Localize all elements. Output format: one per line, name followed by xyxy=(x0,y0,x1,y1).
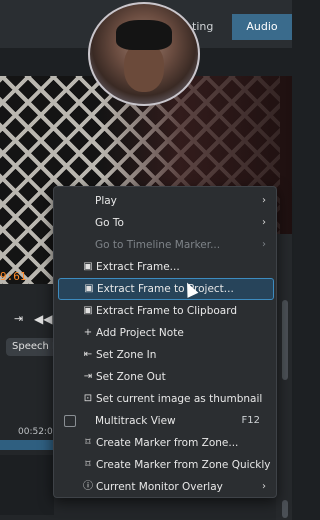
menu-item-current-monitor-overlay[interactable]: ⓘ Current Monitor Overlay › xyxy=(58,476,272,498)
menu-item-play[interactable]: Play › xyxy=(58,190,272,212)
context-menu: Play › Go To › Go to Timeline Marker... › ▣ Ext… xyxy=(53,186,277,498)
menu-item-label: Play xyxy=(95,195,117,207)
thumbnail-icon: ⊡ xyxy=(83,393,93,404)
menu-item-label: Create Marker from Zone Quickly xyxy=(96,459,271,471)
menu-item-set-zone-out[interactable]: ⇥ Set Zone Out xyxy=(58,366,272,388)
menu-item-go-to-timeline-marker[interactable]: Go to Timeline Marker... › xyxy=(58,234,272,256)
image-icon: ▣ xyxy=(84,283,94,294)
speech-editor-chip[interactable]: Speech E xyxy=(6,338,60,356)
menu-item-label: Set Zone In xyxy=(96,349,157,361)
monitor-timecode: 9:61 xyxy=(0,270,27,283)
marker-icon: ⌑ xyxy=(85,437,91,448)
rewind-icon[interactable]: ◀◀ xyxy=(34,312,52,326)
zone-in-icon: ⇤ xyxy=(83,349,93,360)
chevron-right-icon: › xyxy=(262,239,266,250)
menu-item-label: Set Zone Out xyxy=(96,371,166,383)
info-icon: ⓘ xyxy=(83,481,93,492)
timeline-track-clip[interactable] xyxy=(0,440,54,450)
menu-item-label: Extract Frame to Clipboard xyxy=(96,305,238,317)
menu-item-label: Add Project Note xyxy=(96,327,184,339)
plus-icon: + xyxy=(83,327,93,338)
menu-item-label: Current Monitor Overlay xyxy=(96,481,223,493)
menu-item-label: Go To xyxy=(95,217,124,229)
menu-item-label: Multitrack View xyxy=(95,415,176,427)
image-icon: ▣ xyxy=(83,305,93,316)
menu-item-label: Extract Frame... xyxy=(96,261,180,273)
menu-item-create-marker-from-zone[interactable]: ⌑ Create Marker from Zone... xyxy=(58,432,272,454)
menu-item-set-zone-in[interactable]: ⇤ Set Zone In xyxy=(58,344,272,366)
timeline-track[interactable] xyxy=(0,455,54,515)
scrollbar-thumb[interactable] xyxy=(282,300,288,380)
menu-item-label: Set current image as thumbnail xyxy=(96,393,263,405)
scrollbar-thumb-lower[interactable] xyxy=(282,500,288,518)
menu-item-add-project-note[interactable]: + Add Project Note xyxy=(58,322,272,344)
menu-item-extract-frame-to-clipboard[interactable]: ▣ Extract Frame to Clipboard xyxy=(58,300,272,322)
menu-item-label: Go to Timeline Marker... xyxy=(95,239,221,251)
shortcut-label: F12 xyxy=(241,415,260,426)
menu-item-label: Extract Frame to Project... xyxy=(97,283,234,295)
menu-item-extract-frame[interactable]: ▣ Extract Frame... xyxy=(58,256,272,278)
zone-out-icon: ⇥ xyxy=(83,371,93,382)
marker-icon: ⌑ xyxy=(85,459,91,470)
menu-item-multitrack-view[interactable]: Multitrack View F12 xyxy=(58,410,272,432)
multitrack-checkbox[interactable] xyxy=(64,415,76,427)
chevron-right-icon: › xyxy=(262,217,266,228)
menu-item-label: Create Marker from Zone... xyxy=(96,437,239,449)
image-icon: ▣ xyxy=(83,261,93,272)
tab-audio[interactable]: Audio xyxy=(232,14,292,40)
menu-item-extract-frame-to-project[interactable]: ▣ Extract Frame to Project... xyxy=(58,278,274,300)
menu-item-set-current-image-as-thumbnail[interactable]: ⊡ Set current image as thumbnail xyxy=(58,388,272,410)
chevron-right-icon: › xyxy=(262,195,266,206)
chevron-right-icon: › xyxy=(262,481,266,492)
menu-item-go-to[interactable]: Go To › xyxy=(58,212,272,234)
webcam-cap xyxy=(116,20,172,50)
zone-in-control-icon[interactable]: ⇥ xyxy=(14,312,23,325)
webcam-overlay xyxy=(88,2,200,106)
menu-item-create-marker-from-zone-quickly[interactable]: ⌑ Create Marker from Zone Quickly xyxy=(58,454,272,476)
